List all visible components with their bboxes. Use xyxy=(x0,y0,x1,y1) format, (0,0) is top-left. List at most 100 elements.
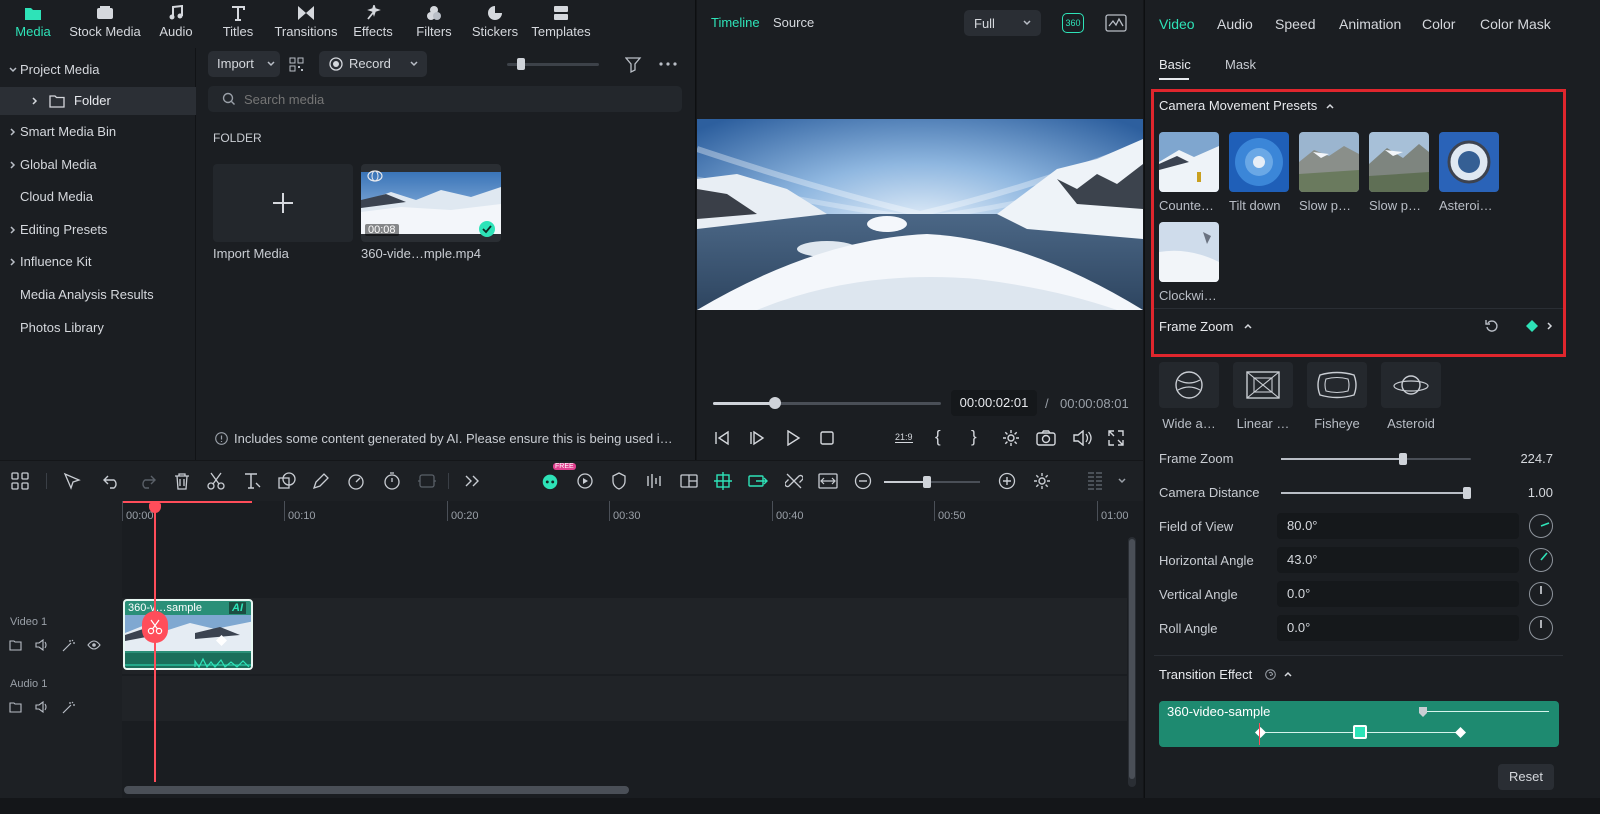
chevron-up-icon[interactable] xyxy=(1243,321,1253,331)
sidebar-item-photos-library[interactable]: Photos Library xyxy=(0,314,196,342)
sidebar-item-media-analysis-results[interactable]: Media Analysis Results xyxy=(0,281,196,309)
playhead-line[interactable] xyxy=(154,507,156,782)
tab-stickers[interactable]: Stickers xyxy=(470,4,520,44)
sidebar-item-project-media[interactable]: Project Media xyxy=(0,56,196,84)
qr-code-icon[interactable] xyxy=(289,57,304,72)
tab-source[interactable]: Source xyxy=(773,15,814,30)
split-handle[interactable] xyxy=(142,611,168,643)
reset-button[interactable]: Reset xyxy=(1498,764,1554,790)
video-preview[interactable] xyxy=(697,119,1143,310)
reset-undo-icon[interactable] xyxy=(1485,319,1499,333)
lens-wide-angle[interactable]: Wide a… xyxy=(1159,362,1219,431)
fov-input[interactable]: 80.0° xyxy=(1277,513,1519,539)
timeline-settings-gear-icon[interactable] xyxy=(1032,471,1052,491)
speaker-icon[interactable] xyxy=(35,639,49,651)
keyframe-diamond-icon[interactable] xyxy=(216,635,227,646)
chevron-up-icon[interactable] xyxy=(1283,669,1293,679)
transition-effect-title[interactable]: Transition Effect xyxy=(1159,667,1252,682)
aspect-ratio-button[interactable]: 21:9 xyxy=(895,432,913,443)
horizontal-angle-dial[interactable] xyxy=(1529,548,1553,572)
transition-clip-track[interactable]: 360-video-sample xyxy=(1159,701,1559,747)
slider-knob[interactable] xyxy=(1398,453,1407,465)
select-pointer-icon[interactable] xyxy=(62,471,82,491)
more-options-icon[interactable] xyxy=(659,62,677,66)
360-toggle-button[interactable]: 360 xyxy=(1062,13,1084,33)
snapshot-camera-icon[interactable] xyxy=(1036,430,1056,446)
import-button[interactable]: Import xyxy=(208,51,280,77)
tab-templates[interactable]: Templates xyxy=(530,4,592,44)
vertical-angle-input[interactable]: 0.0° xyxy=(1277,581,1519,607)
ripple-edit-icon[interactable] xyxy=(748,471,768,491)
folder-track-icon[interactable] xyxy=(9,701,22,713)
vertical-angle-dial[interactable] xyxy=(1529,582,1553,606)
preset-clockwise[interactable]: Clockwi… xyxy=(1159,222,1219,303)
fullscreen-expand-icon[interactable] xyxy=(1108,430,1124,446)
slider-knob[interactable] xyxy=(517,58,525,70)
magic-wand-icon[interactable] xyxy=(61,639,75,653)
preset-slow-pan-2[interactable]: Slow p… xyxy=(1369,132,1429,213)
help-question-icon[interactable] xyxy=(1265,669,1276,680)
shield-mask-icon[interactable] xyxy=(609,471,629,491)
sidebar-item-folder[interactable]: Folder xyxy=(0,87,196,115)
preset-tilt-down[interactable]: Tilt down xyxy=(1229,132,1289,213)
progress-knob[interactable] xyxy=(768,397,781,409)
tab-stock-media[interactable]: Stock Media xyxy=(66,4,144,44)
tab-filters[interactable]: Filters xyxy=(412,4,456,44)
slider-knob[interactable] xyxy=(923,476,931,488)
timeline-ruler[interactable]: 00:00 00:10 00:20 00:30 00:40 00:50 01:0… xyxy=(122,501,1132,523)
sidebar-item-editing-presets[interactable]: Editing Presets xyxy=(0,216,196,244)
lens-asteroid[interactable]: Asteroid xyxy=(1381,362,1441,431)
zoom-slider[interactable] xyxy=(884,476,980,488)
frame-zoom-value[interactable]: 224.7 xyxy=(1501,451,1553,466)
media-clip-tile[interactable]: 00:08 xyxy=(361,164,501,242)
sidebar-item-smart-media-bin[interactable]: Smart Media Bin xyxy=(0,118,196,146)
stop-icon[interactable] xyxy=(820,431,834,445)
frame-zoom-slider[interactable] xyxy=(1281,453,1471,465)
camera-distance-value[interactable]: 1.00 xyxy=(1501,485,1553,500)
split-scissors-icon[interactable] xyxy=(206,471,226,491)
quality-select[interactable]: Full xyxy=(964,10,1041,36)
settings-gear-icon[interactable] xyxy=(1002,429,1020,447)
vertical-scrollbar[interactable] xyxy=(1128,537,1136,787)
previous-frame-icon[interactable] xyxy=(713,430,731,446)
delete-trash-icon[interactable] xyxy=(172,471,192,491)
tab-media[interactable]: Media xyxy=(8,4,58,44)
fit-timeline-icon[interactable] xyxy=(818,471,838,491)
speaker-icon[interactable] xyxy=(35,701,49,713)
tab-video[interactable]: Video xyxy=(1159,16,1195,32)
keyframe-diamond-icon[interactable] xyxy=(1255,727,1266,738)
keyframe-diamond-icon[interactable] xyxy=(1455,727,1466,738)
folder-track-icon[interactable] xyxy=(9,639,22,651)
filter-icon[interactable] xyxy=(625,56,643,74)
zoom-out-icon[interactable] xyxy=(853,471,873,491)
mark-out-icon[interactable]: } xyxy=(971,427,977,447)
tab-audio[interactable]: Audio xyxy=(1217,16,1253,32)
tab-speed[interactable]: Speed xyxy=(1275,16,1315,32)
camera-presets-title[interactable]: Camera Movement Presets xyxy=(1159,98,1317,113)
tab-color-mask[interactable]: Color Mask xyxy=(1480,16,1551,32)
transition-handle[interactable] xyxy=(1353,725,1367,739)
lens-linear[interactable]: Linear … xyxy=(1233,362,1293,431)
marker-pin-icon[interactable] xyxy=(1418,706,1428,718)
undo-icon[interactable] xyxy=(102,471,122,491)
tab-titles[interactable]: Titles xyxy=(216,4,260,44)
tab-color[interactable]: Color xyxy=(1422,16,1455,32)
audio-beat-icon[interactable] xyxy=(644,471,664,491)
mark-in-icon[interactable]: { xyxy=(935,427,941,447)
crop-shapes-icon[interactable] xyxy=(277,471,297,491)
layout-grid-icon[interactable] xyxy=(10,471,30,491)
waveform-monitor-icon[interactable] xyxy=(1105,14,1127,32)
chevron-right-icon[interactable] xyxy=(1545,321,1555,331)
tab-effects[interactable]: Effects xyxy=(350,4,396,44)
eye-visibility-icon[interactable] xyxy=(87,640,101,650)
tab-timeline[interactable]: Timeline xyxy=(711,15,760,30)
pen-draw-icon[interactable] xyxy=(311,471,331,491)
lens-fisheye[interactable]: Fisheye xyxy=(1307,362,1367,431)
preset-asteroid[interactable]: Asteroi… xyxy=(1439,132,1499,213)
tab-animation[interactable]: Animation xyxy=(1339,16,1401,32)
ai-copilot-robot-icon[interactable] xyxy=(540,471,560,491)
unlink-icon[interactable] xyxy=(784,471,804,491)
search-input[interactable] xyxy=(244,86,664,112)
import-media-tile[interactable] xyxy=(213,164,353,242)
redo-icon[interactable] xyxy=(137,471,157,491)
